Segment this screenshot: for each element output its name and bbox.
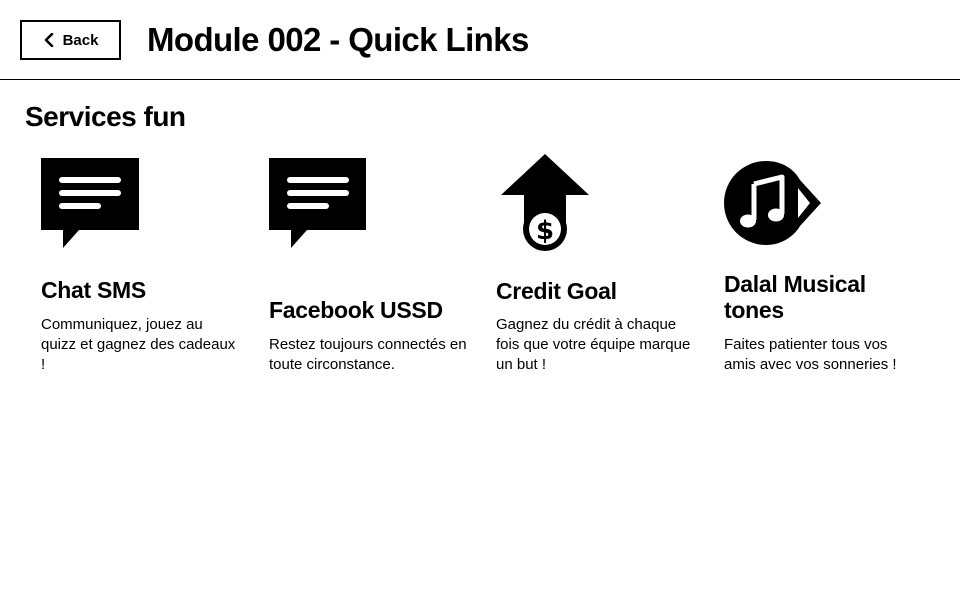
back-button-label: Back bbox=[62, 31, 99, 49]
chat-bubble-icon bbox=[41, 150, 141, 255]
service-card-chat-sms[interactable]: Chat SMS Communiquez, jouez au quizz et … bbox=[41, 150, 246, 390]
card-description: Gagnez du crédit à chaque fois que votre… bbox=[496, 316, 691, 373]
chat-bubble-icon bbox=[269, 150, 369, 255]
back-button[interactable]: Back bbox=[20, 20, 121, 60]
card-title: Chat SMS bbox=[41, 277, 146, 303]
svg-text:$: $ bbox=[536, 216, 554, 246]
card-description: Communiquez, jouez au quizz et gagnez de… bbox=[41, 316, 236, 373]
music-play-icon bbox=[724, 150, 824, 255]
card-description: Restez toujours connectés en toute circo… bbox=[269, 336, 467, 373]
dollar-arrow-up-icon: $ bbox=[496, 150, 596, 255]
page-title: Module 002 - Quick Links bbox=[147, 21, 529, 58]
service-card-credit-goal[interactable]: $ Credit Goal Gagnez du crédit à chaque … bbox=[496, 150, 701, 390]
card-description: Faites patienter tous vos amis avec vos … bbox=[724, 336, 897, 373]
section-title: Services fun bbox=[25, 101, 186, 132]
card-title: Credit Goal bbox=[496, 278, 617, 304]
service-card-facebook-ussd[interactable]: Facebook USSD Restez toujours connectés … bbox=[269, 150, 474, 390]
chevron-left-icon bbox=[43, 33, 55, 47]
card-title: Facebook USSD bbox=[269, 297, 443, 323]
service-card-dalal-musical-tones[interactable]: Dalal Musical tones Faites patienter tou… bbox=[724, 150, 929, 390]
card-title: Dalal Musical tones bbox=[724, 271, 866, 323]
page-header: Back Module 002 - Quick Links bbox=[0, 0, 960, 80]
